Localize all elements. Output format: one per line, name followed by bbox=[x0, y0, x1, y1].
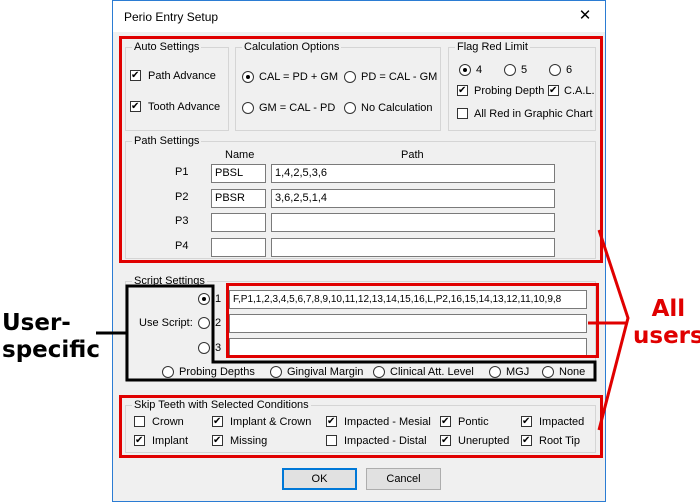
user-specific-annotation: User- specific bbox=[2, 310, 100, 364]
all-users-line2: users bbox=[633, 323, 700, 349]
user-specific-line2: specific bbox=[2, 337, 100, 363]
user-specific-outline bbox=[125, 284, 597, 382]
user-specific-line1: User- bbox=[2, 310, 71, 336]
annotation-lines bbox=[96, 229, 630, 431]
all-users-brace bbox=[597, 229, 630, 431]
all-users-annotation: All users bbox=[633, 296, 700, 350]
all-users-line1: All bbox=[651, 296, 686, 322]
